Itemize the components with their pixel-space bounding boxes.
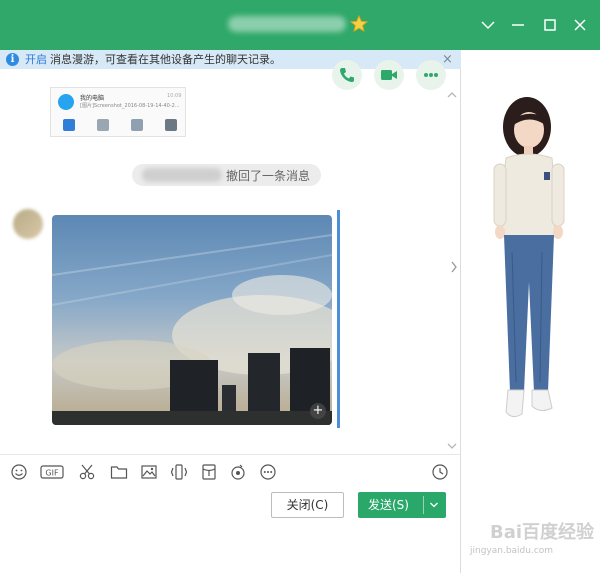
send-button-divider <box>423 496 424 514</box>
zoom-in-icon[interactable]: + <box>310 403 326 419</box>
emoji-icon[interactable] <box>10 463 28 481</box>
more-icon <box>424 73 438 77</box>
video-call-button[interactable] <box>374 60 404 90</box>
contact-name-blurred <box>228 16 346 32</box>
preview-title: 我的电脑 <box>80 95 105 102</box>
enable-roaming-link[interactable]: 开启 <box>25 50 47 69</box>
recall-text: 撤回了一条消息 <box>226 169 311 183</box>
preview-subtitle: [图片]Screenshot_2016-08-19-14-40-2... <box>80 103 180 109</box>
svg-text:GIF: GIF <box>45 469 59 478</box>
more-options-icon[interactable] <box>259 463 277 481</box>
title-bar <box>0 0 600 50</box>
gif-icon[interactable]: GIF <box>40 463 64 481</box>
music-icon[interactable] <box>229 463 247 481</box>
close-icon[interactable] <box>570 15 590 35</box>
close-button[interactable]: 关闭(C) <box>271 492 344 518</box>
recall-notice: 撤回了一条消息 <box>132 164 321 186</box>
input-toolbar: GIF <box>0 454 461 488</box>
chat-icon <box>63 119 75 131</box>
computer-icon <box>58 94 74 110</box>
folder-icon[interactable] <box>110 463 128 481</box>
baidu-watermark: Bai百度经验 jingyan.baidu.com <box>470 510 598 565</box>
selection-indicator <box>337 210 340 428</box>
image-icon[interactable] <box>140 463 158 481</box>
avatar[interactable] <box>13 209 43 239</box>
skyline-photo <box>52 234 332 425</box>
shake-icon[interactable] <box>170 463 188 481</box>
avatar-character <box>493 97 565 418</box>
contacts-icon <box>97 119 109 131</box>
explore-icon <box>131 119 143 131</box>
red-packet-icon[interactable] <box>200 463 218 481</box>
notice-text: 消息漫游，可查看在其他设备产生的聊天记录。 <box>50 53 281 66</box>
send-options-chevron-icon[interactable] <box>429 500 439 510</box>
phone-icon <box>340 68 354 82</box>
chevron-down-icon[interactable] <box>478 15 498 35</box>
scroll-up-icon[interactable] <box>446 90 458 100</box>
minimize-icon[interactable] <box>508 15 528 35</box>
watermark-url: jingyan.baidu.com <box>470 546 554 556</box>
screenshot-preview-message[interactable]: 我的电脑 [图片]Screenshot_2016-08-19-14-40-2..… <box>50 87 186 137</box>
chevron-right-icon[interactable] <box>449 260 459 274</box>
send-button[interactable]: 发送(S) <box>358 492 446 518</box>
scroll-down-icon[interactable] <box>446 441 458 451</box>
info-icon: i <box>6 53 19 66</box>
star-icon <box>350 15 368 33</box>
watermark-brand: Bai百度经验 <box>490 522 595 543</box>
zoom-icon <box>165 119 177 131</box>
more-actions-button[interactable] <box>416 60 446 90</box>
maximize-icon[interactable] <box>540 15 560 35</box>
sender-name-blurred <box>142 168 222 182</box>
preview-time: 10:09 <box>167 93 182 99</box>
image-message[interactable]: + <box>52 215 332 425</box>
video-icon <box>381 70 397 80</box>
send-button-label: 发送(S) <box>368 498 409 512</box>
scissors-icon[interactable] <box>78 463 96 481</box>
phone-call-button[interactable] <box>332 60 362 90</box>
history-icon[interactable] <box>431 463 449 481</box>
